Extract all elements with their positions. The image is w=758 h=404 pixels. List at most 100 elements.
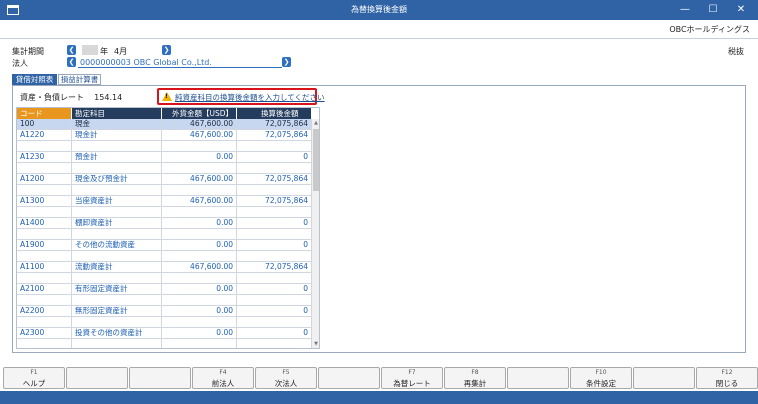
table-row[interactable]	[17, 251, 312, 262]
period-prev-button[interactable]: ❮	[67, 45, 76, 55]
cell-code	[17, 273, 72, 283]
cell-converted-amount	[237, 273, 312, 283]
table-row[interactable]: A2200 無形固定資産計 0.00 0	[17, 306, 312, 317]
table-row[interactable]	[17, 141, 312, 152]
table-row[interactable]: A2100 有形固定資産計 0.00 0	[17, 284, 312, 295]
status-bar	[0, 391, 758, 404]
header-code[interactable]: コード	[17, 108, 72, 119]
warning-link[interactable]: 純資産科目の換算後金額を入力してください	[175, 92, 325, 103]
cell-foreign-amount	[162, 229, 237, 239]
cell-code	[17, 185, 72, 195]
table-row[interactable]	[17, 229, 312, 240]
fkey-f7-button[interactable]: F7 為替レート	[381, 367, 443, 389]
cell-code	[17, 207, 72, 217]
maximize-button[interactable]: ☐	[702, 2, 724, 18]
cell-foreign-amount	[162, 207, 237, 217]
cell-converted-amount	[237, 185, 312, 195]
fkey-f4-button[interactable]: F4 前法人	[192, 367, 254, 389]
header-account[interactable]: 勘定科目	[72, 108, 162, 119]
cell-code: A1100	[17, 262, 72, 272]
cell-converted-amount: 72,075,864	[237, 196, 312, 206]
fkey-empty-button[interactable]	[318, 367, 380, 389]
header-foreign-amount[interactable]: 外貨金額【USD】	[162, 108, 237, 119]
table-row[interactable]	[17, 317, 312, 328]
table-row[interactable]: A1300 当座資産計 467,600.00 72,075,864	[17, 196, 312, 207]
fkey-empty-button[interactable]	[66, 367, 128, 389]
table-row[interactable]: A2300 投資その他の資産計 0.00 0	[17, 328, 312, 339]
cell-code	[17, 229, 72, 239]
cell-converted-amount	[237, 339, 312, 348]
cell-account: 無形固定資産計	[72, 306, 162, 316]
warning-banner[interactable]: ! 純資産科目の換算後金額を入力してください	[157, 88, 325, 105]
fkey-empty-button[interactable]	[129, 367, 191, 389]
cell-foreign-amount: 467,600.00	[162, 196, 237, 206]
cell-code: A1900	[17, 240, 72, 250]
cell-account: その他の流動資産	[72, 240, 162, 250]
cell-account: 棚卸資産計	[72, 218, 162, 228]
header-converted-amount[interactable]: 換算後金額	[237, 108, 312, 119]
corp-next-button[interactable]: ❯	[282, 57, 291, 67]
table-row[interactable]: A1220 現金計 467,600.00 72,075,864	[17, 130, 312, 141]
cell-code: A1400	[17, 218, 72, 228]
cell-converted-amount: 0	[237, 284, 312, 294]
year-field[interactable]	[82, 45, 98, 55]
cell-account: 投資その他の資産計	[72, 328, 162, 338]
corp-prev-button[interactable]: ❮	[67, 57, 76, 67]
cell-converted-amount	[237, 207, 312, 217]
header-divider	[0, 38, 758, 39]
table-row[interactable]: A1230 預金計 0.00 0	[17, 152, 312, 163]
fkey-number: F7	[408, 369, 416, 376]
cell-account: 流動資産計	[72, 262, 162, 272]
cell-account	[72, 207, 162, 217]
cell-foreign-amount	[162, 339, 237, 348]
cell-code: A1200	[17, 174, 72, 184]
fkey-f1-button[interactable]: F1 ヘルプ	[3, 367, 65, 389]
table-row[interactable]: A1900 その他の流動資産 0.00 0	[17, 240, 312, 251]
close-button[interactable]: ✕	[730, 2, 752, 18]
cell-foreign-amount: 0.00	[162, 284, 237, 294]
cell-account: 有形固定資産計	[72, 284, 162, 294]
fkey-empty-button[interactable]	[507, 367, 569, 389]
table-row[interactable]	[17, 207, 312, 218]
cell-account: 現金及び預金計	[72, 174, 162, 184]
table-row[interactable]: A1100 流動資産計 467,600.00 72,075,864	[17, 262, 312, 273]
table-row[interactable]: 100 現金 467,600.00 72,075,864	[17, 119, 312, 130]
fkey-f10-button[interactable]: F10 条件設定	[570, 367, 632, 389]
fkey-empty-button[interactable]	[633, 367, 695, 389]
table-row[interactable]	[17, 273, 312, 284]
company-name: OBCホールディングス	[669, 25, 750, 34]
cell-code	[17, 317, 72, 327]
cell-foreign-amount: 0.00	[162, 328, 237, 338]
table-row[interactable]	[17, 295, 312, 306]
table-row[interactable]: A1400 棚卸資産計 0.00 0	[17, 218, 312, 229]
table-row[interactable]	[17, 163, 312, 174]
fkey-f8-button[interactable]: F8 再集計	[444, 367, 506, 389]
fkey-f12-button[interactable]: F12 閉じる	[696, 367, 758, 389]
table-row[interactable]: A1200 現金及び預金計 467,600.00 72,075,864	[17, 174, 312, 185]
scroll-down-icon[interactable]: ▼	[312, 340, 319, 348]
grid-scrollbar[interactable]: ▲ ▼	[312, 119, 319, 348]
window-title: 為替換算後金額	[351, 5, 407, 14]
table-row[interactable]	[17, 339, 312, 348]
tab-balance-sheet[interactable]: 貸借対照表	[12, 74, 57, 85]
corp-link[interactable]: 0000000003 OBC Global Co.,Ltd.	[78, 57, 282, 68]
fkey-label: 為替レート	[393, 379, 431, 388]
minimize-button[interactable]: —	[674, 2, 696, 18]
cell-code: 100	[17, 119, 72, 129]
scroll-thumb[interactable]	[313, 129, 319, 191]
scroll-up-icon[interactable]: ▲	[312, 119, 319, 127]
tab-income-statement[interactable]: 損益計算書	[58, 74, 101, 85]
fkey-f5-button[interactable]: F5 次法人	[255, 367, 317, 389]
fkey-label: ヘルプ	[22, 379, 46, 388]
cell-account	[72, 163, 162, 173]
function-key-bar: F1 ヘルプ F4 前法人 F5 次法人 F7 為替レート F8 再集計 F10 条件設定 F12 閉じる	[0, 367, 758, 389]
cell-account: 現金	[72, 119, 162, 129]
fkey-number: F5	[282, 369, 290, 376]
cell-code	[17, 295, 72, 305]
cell-code	[17, 339, 72, 348]
cell-account	[72, 273, 162, 283]
fkey-number: F8	[471, 369, 479, 376]
period-next-button[interactable]: ❯	[162, 45, 171, 55]
table-row[interactable]	[17, 185, 312, 196]
fkey-number: F12	[721, 369, 733, 376]
